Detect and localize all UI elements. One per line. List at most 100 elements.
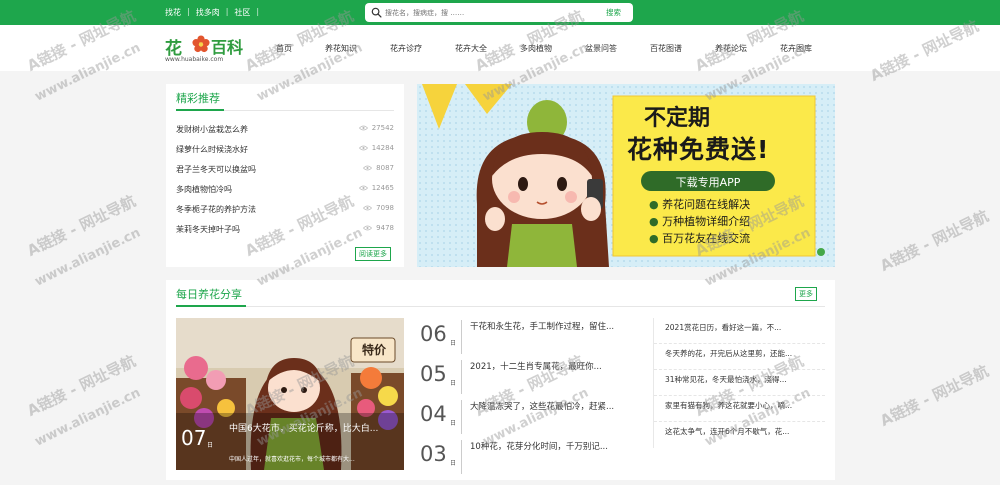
list-item[interactable]: 茉莉冬天掉叶子吗 9478 bbox=[176, 224, 394, 244]
eye-icon bbox=[363, 205, 373, 211]
view-count: 12465 bbox=[358, 184, 394, 204]
main-nav: 首页 养花知识 花卉诊疗 花卉大全 多肉植物 盆景问答 百花图谱 养花论坛 花卉… bbox=[276, 43, 845, 54]
bullet-text: 养花问题在线解决 bbox=[662, 198, 751, 211]
daily-share-panel: 每日养花分享 更多 特价 07 日 中国6大花市，买花论斤称，比大白... 中国… bbox=[166, 280, 835, 480]
list-item[interactable]: 发财树小盆栽怎么养 27542 bbox=[176, 124, 394, 144]
banner-bullets: ● 养花问题在线解决 ● 万种植物详细介绍 ● 百万花友在线交流 bbox=[649, 196, 750, 247]
banner-bullet: ● 百万花友在线交流 bbox=[649, 230, 750, 247]
list-item[interactable]: 冬季栀子花的养护方法 7098 bbox=[176, 204, 394, 224]
list-item[interactable]: 冬天养的花，开完后从这里剪，还能... bbox=[654, 344, 825, 370]
article-day: 05 bbox=[420, 362, 447, 386]
day-suffix: 日 bbox=[450, 380, 457, 387]
watermark: www.alianjie.cn bbox=[32, 225, 143, 290]
article-day: 04 bbox=[420, 402, 447, 426]
top-link-flowers[interactable]: 找花 bbox=[165, 7, 181, 18]
recommend-list: 发财树小盆栽怎么养 27542 绿萝什么时候浇水好 14284 君子兰冬天可以换盆吗… bbox=[176, 124, 394, 244]
count-value: 9478 bbox=[376, 224, 394, 232]
banner-bullet: ● 养花问题在线解决 bbox=[649, 196, 750, 213]
feature-day-suffix: 日 bbox=[207, 442, 214, 449]
day-suffix: 日 bbox=[450, 340, 457, 347]
eye-icon bbox=[358, 125, 368, 131]
list-item[interactable]: 绿萝什么时候浇水好 14284 bbox=[176, 144, 394, 164]
site-logo[interactable]: 花 百科 www.huabaike.com bbox=[165, 34, 245, 64]
watermark: A链接 - 网址导航 bbox=[24, 351, 139, 420]
price-sign: 特价 bbox=[362, 343, 387, 357]
top-links: 找花 | 找多肉 | 社区 | bbox=[165, 7, 259, 18]
header: 花 百科 www.huabaike.com 首页 养花知识 花卉诊疗 花卉大全 … bbox=[0, 25, 1000, 71]
recommend-title: 精彩推荐 bbox=[176, 92, 220, 105]
dated-article[interactable]: 06 日 干花和永生花，手工制作过程，留住... bbox=[418, 318, 638, 358]
item-title[interactable]: 发财树小盆栽怎么养 bbox=[176, 124, 248, 144]
count-value: 27542 bbox=[371, 124, 394, 132]
top-link-community[interactable]: 社区 bbox=[234, 7, 250, 18]
search-icon[interactable] bbox=[371, 7, 382, 18]
item-title[interactable]: 君子兰冬天可以换盆吗 bbox=[176, 164, 256, 184]
item-title[interactable]: 绿萝什么时候浇水好 bbox=[176, 144, 248, 164]
bullet-text: 百万花友在线交流 bbox=[662, 232, 751, 245]
list-item[interactable]: 家里有猫有狗，养这花就要小心，嘀... bbox=[654, 396, 825, 422]
list-item[interactable]: 2021赏花日历，看好这一篇，不... bbox=[654, 318, 825, 344]
divider bbox=[461, 400, 462, 434]
eye-icon bbox=[358, 185, 368, 191]
search-box: 搜索 bbox=[365, 3, 633, 22]
count-value: 14284 bbox=[371, 144, 394, 152]
article-title[interactable]: 干花和永生花，手工制作过程，留住... bbox=[470, 320, 628, 335]
day-suffix: 日 bbox=[450, 460, 457, 467]
divider bbox=[176, 306, 825, 307]
dated-article[interactable]: 05 日 2021，十二生肖专属花，最旺你... bbox=[418, 358, 638, 398]
bullet-dot-icon: ● bbox=[649, 215, 659, 228]
search-input[interactable] bbox=[385, 6, 595, 19]
more-button[interactable]: 更多 bbox=[795, 287, 817, 301]
article-title[interactable]: 10种花，花芽分化时间，千万别记... bbox=[470, 440, 628, 455]
nav-succulents[interactable]: 多肉植物 bbox=[520, 43, 552, 54]
list-item[interactable]: 君子兰冬天可以换盆吗 8087 bbox=[176, 164, 394, 184]
list-item[interactable]: 这花太争气，连开6个月不歇气，花... bbox=[654, 422, 825, 448]
count-value: 8087 bbox=[376, 164, 394, 172]
banner-app-pill: 下载专用APP bbox=[675, 176, 741, 189]
article-day: 03 bbox=[420, 442, 447, 466]
list-item[interactable]: 多肉植物怕冷吗 12465 bbox=[176, 184, 394, 204]
nav-gallery[interactable]: 花卉图库 bbox=[780, 43, 812, 54]
item-title[interactable]: 茉莉冬天掉叶子吗 bbox=[176, 224, 240, 244]
title-underline bbox=[176, 305, 246, 307]
nav-bonsai-qa[interactable]: 盆景问答 bbox=[585, 43, 617, 54]
article-title[interactable]: 2021，十二生肖专属花，最旺你... bbox=[470, 360, 628, 375]
watermark: www.alianjie.cn bbox=[32, 385, 143, 450]
watermark: A链接 - 网址导航 bbox=[877, 361, 992, 430]
list-item[interactable]: 31种常见花，冬天最怕浇水，浇得... bbox=[654, 370, 825, 396]
featured-article[interactable]: 特价 07 日 中国6大花市，买花论斤称，比大白... 中国人过年，就喜欢逛花市… bbox=[176, 318, 404, 470]
nav-forum[interactable]: 养花论坛 bbox=[715, 43, 747, 54]
nav-knowledge[interactable]: 养花知识 bbox=[325, 43, 357, 54]
dated-article[interactable]: 04 日 大降温冻哭了，这些花最怕冷，赶紧... bbox=[418, 398, 638, 438]
view-count: 14284 bbox=[358, 144, 394, 164]
feature-title[interactable]: 中国6大花市，买花论斤称，比大白... bbox=[229, 422, 399, 436]
eye-icon bbox=[363, 165, 373, 171]
logo-url: www.huabaike.com bbox=[165, 56, 224, 63]
nav-flower-atlas[interactable]: 百花图谱 bbox=[650, 43, 682, 54]
recommend-panel: 精彩推荐 发财树小盆栽怎么养 27542 绿萝什么时候浇水好 14284 君子兰冬天… bbox=[166, 84, 404, 267]
view-count: 27542 bbox=[358, 124, 394, 144]
nav-encyclopedia[interactable]: 花卉大全 bbox=[455, 43, 487, 54]
daily-title: 每日养花分享 bbox=[176, 288, 242, 301]
search-button[interactable]: 搜索 bbox=[606, 7, 621, 18]
eye-icon bbox=[363, 225, 373, 231]
top-separator: | bbox=[225, 7, 229, 16]
item-title[interactable]: 冬季栀子花的养护方法 bbox=[176, 204, 256, 224]
top-separator: | bbox=[256, 7, 260, 16]
top-separator: | bbox=[187, 7, 190, 16]
item-title[interactable]: 多肉植物怕冷吗 bbox=[176, 184, 232, 204]
app-promo-banner[interactable]: 不定期 花种免费送! 下载专用APP ● 养花问题在线解决 ● 万种植物详细介绍… bbox=[417, 84, 835, 267]
read-more-button[interactable]: 阅读更多 bbox=[355, 247, 391, 261]
count-value: 7098 bbox=[376, 204, 394, 212]
top-bar: 找花 | 找多肉 | 社区 | 搜索 bbox=[0, 0, 1000, 25]
feature-day: 07 bbox=[181, 426, 207, 450]
banner-bullet: ● 万种植物详细介绍 bbox=[649, 213, 750, 230]
top-link-succulents[interactable]: 找多肉 bbox=[196, 7, 220, 18]
nav-diagnosis[interactable]: 花卉诊疗 bbox=[390, 43, 422, 54]
article-title[interactable]: 大降温冻哭了，这些花最怕冷，赶紧... bbox=[470, 400, 628, 415]
bullet-dot-icon: ● bbox=[649, 198, 659, 211]
dated-article[interactable]: 03 日 10种花，花芽分化时间，千万别记... bbox=[418, 438, 638, 478]
nav-home[interactable]: 首页 bbox=[276, 43, 292, 54]
flower-logo-icon bbox=[192, 35, 210, 53]
divider bbox=[461, 440, 462, 474]
